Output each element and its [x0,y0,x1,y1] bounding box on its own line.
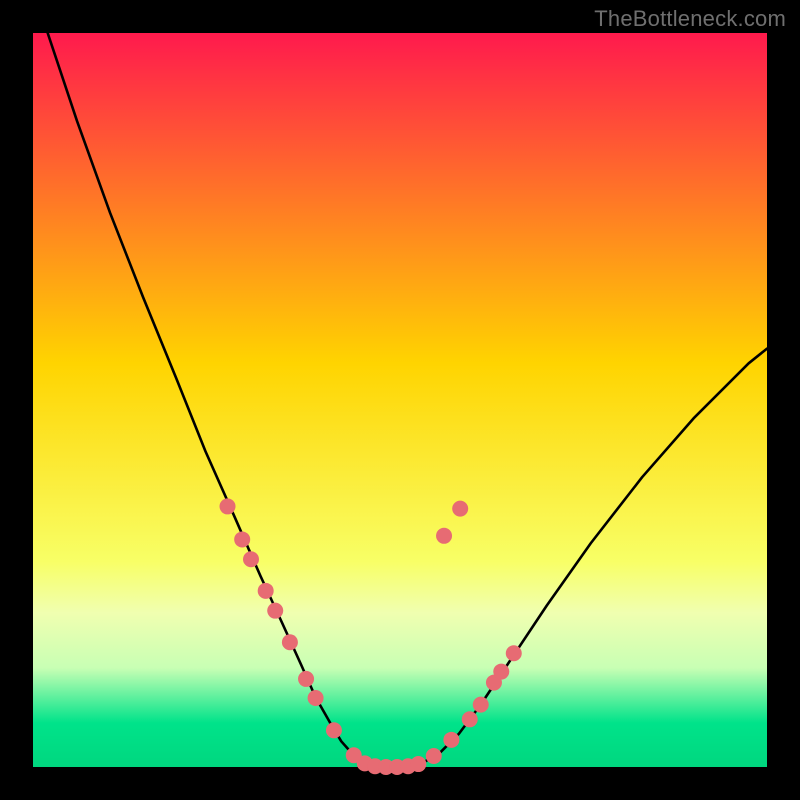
marker-point [243,551,259,567]
marker-point [462,711,478,727]
marker-point [298,671,314,687]
marker-point [258,583,274,599]
marker-point [234,531,250,547]
marker-point [220,498,236,514]
marker-point [473,697,489,713]
marker-point [426,748,442,764]
marker-point [267,603,283,619]
marker-point [443,732,459,748]
bottleneck-chart [0,0,800,800]
marker-point [493,664,509,680]
marker-point [452,501,468,517]
marker-point [308,690,324,706]
marker-point [326,722,342,738]
chart-stage: TheBottleneck.com [0,0,800,800]
marker-point [282,634,298,650]
marker-point [506,645,522,661]
plot-background [33,33,767,767]
marker-point [436,528,452,544]
marker-point [410,756,426,772]
